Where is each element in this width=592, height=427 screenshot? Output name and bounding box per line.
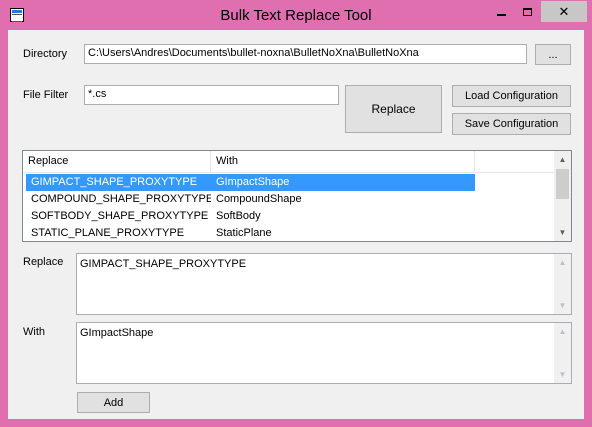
list-cell-replace: GIMPACT_SHAPE_PROXYTYPE [26, 174, 211, 191]
maximize-button[interactable] [514, 1, 540, 22]
column-header-replace[interactable]: Replace [23, 151, 211, 173]
scroll-down-icon[interactable]: ▼ [554, 224, 571, 241]
list-scrollbar[interactable]: ▲ ▼ [554, 151, 571, 241]
list-cell-with: GImpactShape [211, 174, 475, 191]
list-cell-replace: STATIC_PLANE_PROXYTYPE [31, 227, 185, 239]
with-field-label: With [23, 326, 45, 338]
with-textarea-scrollbar[interactable]: ▲ ▼ [554, 323, 571, 383]
list-cell-replace: SOFTBODY_SHAPE_PROXYTYPE [31, 210, 209, 222]
maximize-icon [522, 7, 532, 16]
directory-input[interactable]: C:\Users\Andres\Documents\bullet-noxna\B… [84, 44, 527, 64]
scroll-down-icon[interactable]: ▼ [554, 297, 571, 314]
list-cell-replace: COMPOUND_SHAPE_PROXYTYPE [31, 193, 211, 205]
list-cell-with: StaticPlane [216, 227, 272, 239]
file-filter-label: File Filter [23, 89, 69, 101]
close-button[interactable]: ✕ [541, 1, 587, 22]
client-area: Directory C:\Users\Andres\Documents\bull… [8, 30, 584, 419]
list-header: Replace With [23, 151, 555, 173]
scroll-down-icon[interactable]: ▼ [554, 366, 571, 383]
list-row[interactable]: STATIC_PLANE_PROXYTYPE StaticPlane [23, 225, 555, 241]
list-row[interactable]: COMPOUND_SHAPE_PROXYTYPE CompoundShape [23, 191, 555, 208]
scroll-up-icon[interactable]: ▲ [554, 151, 571, 168]
list-rows: GIMPACT_SHAPE_PROXYTYPE GImpactShape COM… [23, 174, 555, 241]
title-bar[interactable]: Bulk Text Replace Tool ✕ [0, 0, 592, 30]
close-icon: ✕ [558, 3, 570, 19]
replace-field-label: Replace [23, 256, 64, 268]
load-configuration-button[interactable]: Load Configuration [452, 85, 571, 107]
scroll-up-icon[interactable]: ▲ [554, 323, 571, 340]
file-filter-input[interactable]: *.cs [84, 85, 339, 105]
list-row[interactable]: GIMPACT_SHAPE_PROXYTYPE GImpactShape [23, 174, 555, 191]
column-header-with[interactable]: With [211, 151, 475, 173]
scroll-thumb[interactable] [556, 169, 569, 199]
replace-textarea-text: GIMPACT_SHAPE_PROXYTYPE [80, 258, 247, 270]
replacement-list[interactable]: Replace With GIMPACT_SHAPE_PROXYTYPE GIm… [22, 150, 572, 242]
scroll-up-icon[interactable]: ▲ [554, 254, 571, 271]
browse-button[interactable]: ... [535, 44, 571, 65]
replace-button[interactable]: Replace [345, 85, 442, 133]
replace-textarea[interactable]: GIMPACT_SHAPE_PROXYTYPE ▲ ▼ [76, 253, 572, 315]
with-textarea-text: GImpactShape [80, 327, 154, 339]
replace-textarea-scrollbar[interactable]: ▲ ▼ [554, 254, 571, 314]
minimize-button[interactable] [488, 1, 514, 22]
minimize-icon [496, 13, 506, 16]
list-row[interactable]: SOFTBODY_SHAPE_PROXYTYPE SoftBody [23, 208, 555, 225]
list-cell-with: SoftBody [216, 210, 261, 222]
save-configuration-button[interactable]: Save Configuration [452, 113, 571, 135]
add-button[interactable]: Add [77, 392, 150, 413]
app-window: Bulk Text Replace Tool ✕ Directory C:\Us… [0, 0, 592, 427]
with-textarea[interactable]: GImpactShape ▲ ▼ [76, 322, 572, 384]
list-cell-with: CompoundShape [216, 193, 302, 205]
directory-label: Directory [23, 48, 68, 60]
